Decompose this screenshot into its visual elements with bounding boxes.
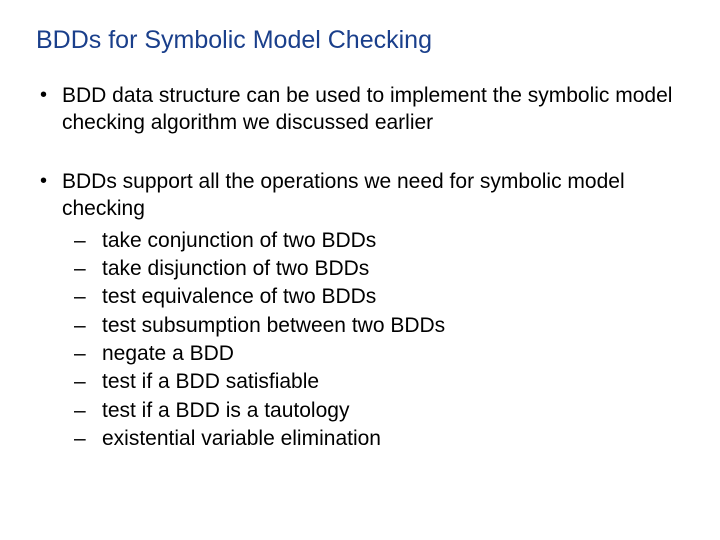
sub-item-text: test if a BDD is a tautology [102,399,349,422]
sub-list-item: take conjunction of two BDDs [62,227,684,255]
slide: BDDs for Symbolic Model Checking BDD dat… [0,0,720,540]
sub-list-item: test subsumption between two BDDs [62,312,684,340]
sub-item-text: negate a BDD [102,342,234,365]
sub-item-text: take conjunction of two BDDs [102,229,376,252]
sub-list-item: test if a BDD is a tautology [62,397,684,425]
bullet-text: BDD data structure can be used to implem… [62,84,672,134]
sub-item-text: test subsumption between two BDDs [102,314,445,337]
sub-item-text: existential variable elimination [102,427,381,450]
sub-item-text: test if a BDD satisfiable [102,370,319,393]
sub-list-item: negate a BDD [62,340,684,368]
bullet-text: BDDs support all the operations we need … [62,170,625,220]
sub-item-text: test equivalence of two BDDs [102,285,376,308]
sub-list-item: test if a BDD satisfiable [62,368,684,396]
slide-title: BDDs for Symbolic Model Checking [36,26,684,55]
sub-list-item: take disjunction of two BDDs [62,255,684,283]
sub-list: take conjunction of two BDDs take disjun… [62,227,684,454]
sub-item-text: take disjunction of two BDDs [102,257,369,280]
sub-list-item: test equivalence of two BDDs [62,283,684,311]
list-item: BDD data structure can be used to implem… [36,83,684,137]
bullet-list: BDD data structure can be used to implem… [36,83,684,453]
sub-list-item: existential variable elimination [62,425,684,453]
list-item: BDDs support all the operations we need … [36,169,684,454]
